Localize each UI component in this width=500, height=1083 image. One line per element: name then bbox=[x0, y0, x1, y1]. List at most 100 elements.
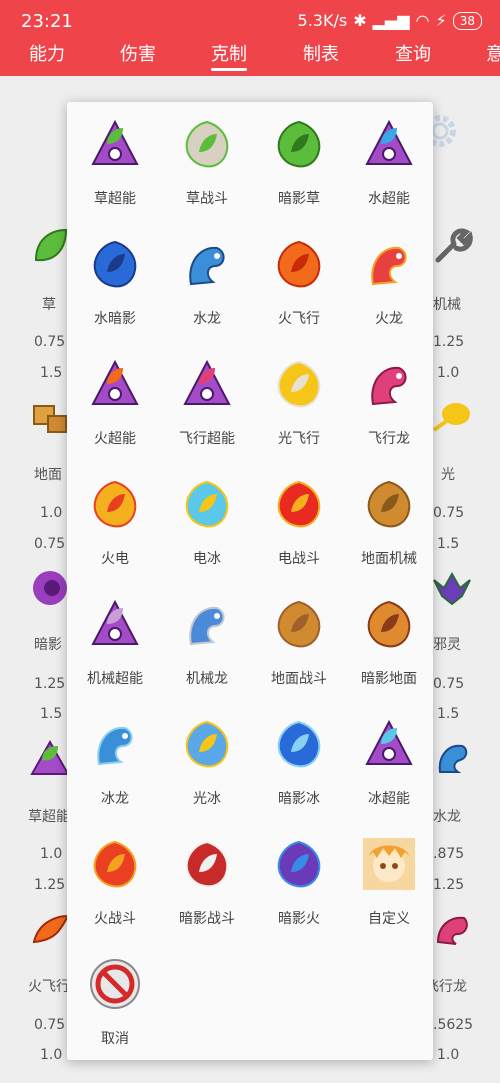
grass-psychic-small-icon bbox=[30, 739, 70, 775]
right-label-0: 机械 bbox=[433, 297, 461, 313]
fire-electric-icon bbox=[93, 480, 137, 528]
type-option-label: 光冰 bbox=[193, 791, 221, 807]
left-value-4: 1.25 bbox=[34, 676, 66, 692]
shadow-grass-icon bbox=[277, 120, 321, 168]
type-option-11[interactable]: 飞行龙 bbox=[341, 350, 437, 460]
type-option-6[interactable]: 火飞行 bbox=[251, 230, 347, 340]
battery-icon: 38 bbox=[452, 11, 482, 30]
type-option-3[interactable]: 水超能 bbox=[341, 110, 437, 220]
shadow-icon bbox=[33, 571, 67, 605]
type-option-27[interactable]: 自定义 bbox=[341, 830, 437, 940]
type-option-2[interactable]: 暗影草 bbox=[251, 110, 347, 220]
left-value-9: 1.0 bbox=[40, 1047, 63, 1063]
tab-query[interactable]: 查询 bbox=[395, 40, 431, 66]
grass-psychic-icon bbox=[91, 119, 139, 165]
tab-counter[interactable]: 克制 bbox=[211, 40, 247, 66]
right-value-3: 1.5 bbox=[437, 536, 460, 552]
ground-mech-icon bbox=[367, 480, 411, 528]
tab-bar: 能力 伤害 克制 制表 查询 意 bbox=[0, 40, 500, 76]
type-option-9[interactable]: 飞行超能 bbox=[159, 350, 255, 460]
type-option-label: 火电 bbox=[101, 551, 129, 567]
type-option-label: 机械龙 bbox=[186, 671, 228, 687]
tab-ability[interactable]: 能力 bbox=[29, 40, 65, 66]
right-value-5: 1.5 bbox=[437, 706, 460, 722]
ground-icon bbox=[33, 405, 67, 433]
type-option-28[interactable]: 取消 bbox=[67, 950, 163, 1060]
right-value-8: .5625 bbox=[433, 1017, 474, 1033]
type-option-1[interactable]: 草战斗 bbox=[159, 110, 255, 220]
right-value-2: 0.75 bbox=[433, 505, 465, 521]
fire-fight-icon bbox=[93, 840, 137, 888]
type-option-label: 电战斗 bbox=[278, 551, 320, 567]
type-option-20[interactable]: 冰龙 bbox=[67, 710, 163, 820]
light-flying-icon bbox=[277, 360, 321, 408]
fire-dragon-icon bbox=[371, 246, 407, 286]
left-label-4: 火飞行 bbox=[28, 979, 70, 995]
type-option-15[interactable]: 地面机械 bbox=[341, 470, 437, 580]
charging-icon: ⚡ bbox=[435, 11, 447, 30]
type-option-label: 水超能 bbox=[368, 191, 410, 207]
type-option-22[interactable]: 暗影冰 bbox=[251, 710, 347, 820]
type-option-label: 飞行超能 bbox=[179, 431, 235, 447]
fire-flying-small-icon bbox=[32, 914, 70, 944]
type-option-0[interactable]: 草超能 bbox=[67, 110, 163, 220]
right-label-2: 邪灵 bbox=[433, 637, 461, 653]
type-option-label: 自定义 bbox=[368, 911, 410, 927]
active-tab-indicator bbox=[211, 68, 247, 71]
type-option-label: 火超能 bbox=[94, 431, 136, 447]
tab-more[interactable]: 意 bbox=[486, 40, 500, 66]
type-option-7[interactable]: 火龙 bbox=[341, 230, 437, 340]
type-option-13[interactable]: 电冰 bbox=[159, 470, 255, 580]
type-option-21[interactable]: 光冰 bbox=[159, 710, 255, 820]
type-option-26[interactable]: 暗影火 bbox=[251, 830, 347, 940]
type-option-16[interactable]: 机械超能 bbox=[67, 590, 163, 700]
water-dragon-icon bbox=[189, 246, 225, 286]
right-value-1: 1.0 bbox=[437, 365, 460, 381]
type-option-23[interactable]: 冰超能 bbox=[341, 710, 437, 820]
type-option-17[interactable]: 机械龙 bbox=[159, 590, 255, 700]
ground-fight-icon bbox=[277, 600, 321, 648]
type-option-label: 暗影冰 bbox=[278, 791, 320, 807]
type-option-12[interactable]: 火电 bbox=[67, 470, 163, 580]
type-option-label: 暗影战斗 bbox=[179, 911, 235, 927]
left-value-2: 1.0 bbox=[40, 505, 63, 521]
ice-dragon-icon bbox=[97, 726, 133, 766]
shadow-fight-icon bbox=[185, 840, 229, 888]
tab-damage[interactable]: 伤害 bbox=[120, 40, 156, 66]
flying-dragon-icon bbox=[371, 366, 407, 406]
type-option-label: 火龙 bbox=[375, 311, 403, 327]
type-option-label: 火战斗 bbox=[94, 911, 136, 927]
left-value-7: 1.25 bbox=[34, 877, 66, 893]
type-option-4[interactable]: 水暗影 bbox=[67, 230, 163, 340]
bluetooth-icon: ✱ bbox=[353, 11, 367, 30]
type-option-25[interactable]: 暗影战斗 bbox=[159, 830, 255, 940]
right-value-4: 0.75 bbox=[433, 676, 465, 692]
shadow-ice-icon bbox=[277, 720, 321, 768]
type-option-10[interactable]: 光飞行 bbox=[251, 350, 347, 460]
water-shadow-icon bbox=[93, 240, 137, 288]
type-option-18[interactable]: 地面战斗 bbox=[251, 590, 347, 700]
type-option-19[interactable]: 暗影地面 bbox=[341, 590, 437, 700]
left-label-2: 暗影 bbox=[34, 637, 62, 653]
shadow-fire-icon bbox=[277, 840, 321, 888]
type-option-24[interactable]: 火战斗 bbox=[67, 830, 163, 940]
light-ice-icon bbox=[185, 720, 229, 768]
type-option-label: 暗影地面 bbox=[361, 671, 417, 687]
type-option-label: 地面机械 bbox=[361, 551, 417, 567]
type-option-5[interactable]: 水龙 bbox=[159, 230, 255, 340]
signal-icon: ▂▄▆ bbox=[372, 11, 410, 30]
grass-fight-icon bbox=[185, 120, 229, 168]
right-value-7: 1.25 bbox=[433, 877, 465, 893]
type-option-label: 冰龙 bbox=[101, 791, 129, 807]
type-option-label: 冰超能 bbox=[368, 791, 410, 807]
left-value-3: 0.75 bbox=[34, 536, 66, 552]
type-option-label: 暗影草 bbox=[278, 191, 320, 207]
tab-table[interactable]: 制表 bbox=[303, 40, 339, 66]
right-value-0: 1.25 bbox=[433, 334, 465, 350]
type-option-8[interactable]: 火超能 bbox=[67, 350, 163, 460]
right-label-3: 水龙 bbox=[433, 809, 461, 825]
top-bar: 23:21 5.3K/s ✱ ▂▄▆ ◠ ⚡ 38 能力 伤害 克制 制表 查询… bbox=[0, 0, 500, 76]
right-label-1: 光 bbox=[441, 467, 455, 483]
type-option-14[interactable]: 电战斗 bbox=[251, 470, 347, 580]
type-option-label: 取消 bbox=[101, 1031, 129, 1047]
